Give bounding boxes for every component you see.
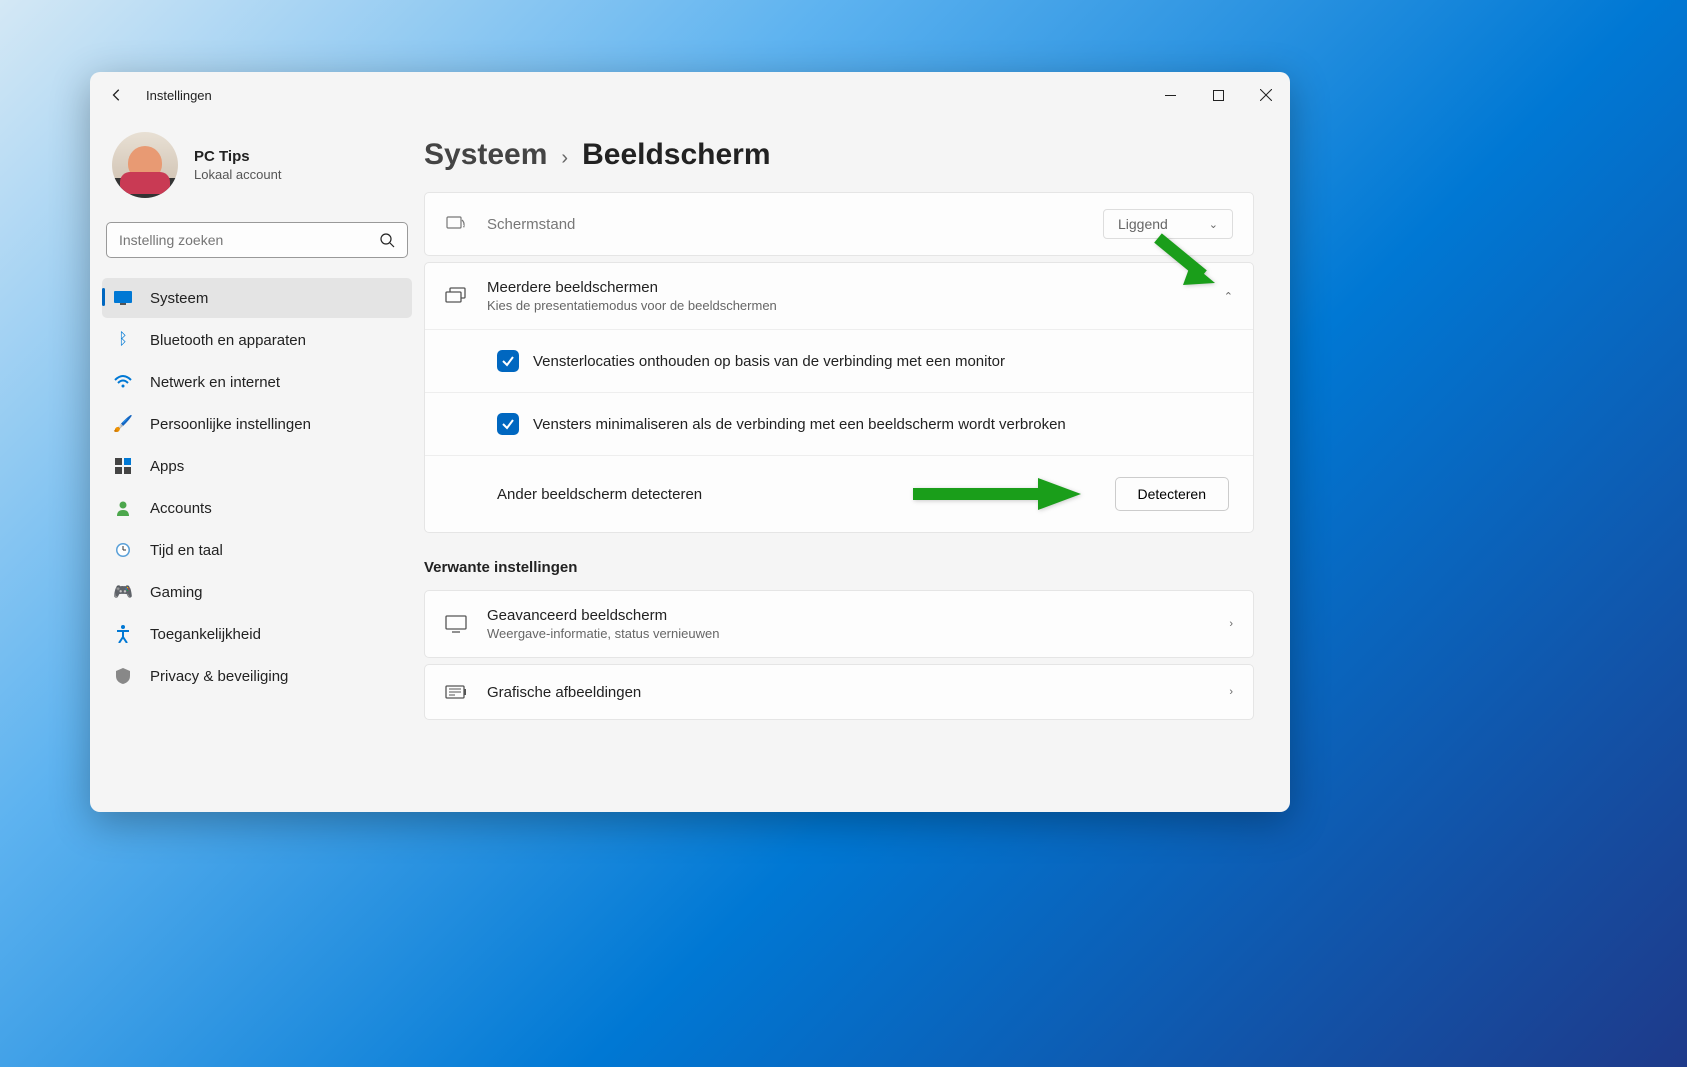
settings-window: Instellingen PC Tips Lokaal account (90, 72, 1290, 812)
sidebar-item-label: Gaming (150, 584, 203, 601)
minimize-windows-row[interactable]: Vensters minimaliseren als de verbinding… (425, 392, 1253, 455)
breadcrumb-current: Beeldscherm (582, 138, 770, 172)
sidebar-item-accounts[interactable]: Accounts (102, 488, 412, 528)
sidebar-item-accessibility[interactable]: Toegankelijkheid (102, 614, 412, 654)
shield-icon (114, 667, 132, 685)
graphics-title: Grafische afbeeldingen (487, 684, 1209, 701)
multi-subtitle: Kies de presentatiemodus voor de beeldsc… (487, 298, 1204, 313)
chevron-right-icon: › (1229, 686, 1233, 698)
checkbox-minimize[interactable] (497, 413, 519, 435)
sidebar-item-apps[interactable]: Apps (102, 446, 412, 486)
brush-icon: 🖌️ (114, 415, 132, 433)
search-icon (379, 232, 395, 248)
profile-block[interactable]: PC Tips Lokaal account (98, 128, 416, 216)
sidebar-item-label: Systeem (150, 290, 208, 307)
annotation-arrow-1 (1153, 233, 1223, 295)
advanced-display-card[interactable]: Geavanceerd beeldscherm Weergave-informa… (424, 590, 1254, 658)
bluetooth-icon: ᛒ (114, 331, 132, 349)
minimize-windows-label: Vensters minimaliseren als de verbinding… (533, 416, 1229, 433)
person-icon (114, 499, 132, 517)
sidebar-item-network[interactable]: Netwerk en internet (102, 362, 412, 402)
apps-icon (114, 457, 132, 475)
sidebar-item-label: Privacy & beveiliging (150, 668, 288, 685)
chevron-down-icon: ⌄ (1209, 218, 1218, 231)
chevron-up-icon: ⌃ (1224, 290, 1233, 303)
breadcrumb-parent[interactable]: Systeem (424, 138, 547, 172)
minimize-icon (1165, 90, 1176, 101)
search-input[interactable] (119, 232, 379, 248)
detect-button[interactable]: Detecteren (1115, 477, 1229, 511)
minimize-button[interactable] (1146, 72, 1194, 118)
checkbox-remember[interactable] (497, 350, 519, 372)
graphics-icon (445, 681, 467, 703)
close-button[interactable] (1242, 72, 1290, 118)
sidebar-item-label: Apps (150, 458, 184, 475)
orientation-icon (445, 213, 467, 235)
sidebar-item-privacy[interactable]: Privacy & beveiliging (102, 656, 412, 696)
sidebar-item-time[interactable]: Tijd en taal (102, 530, 412, 570)
sidebar-item-label: Persoonlijke instellingen (150, 416, 311, 433)
check-icon (501, 354, 515, 368)
sidebar: PC Tips Lokaal account Systeem ᛒ Bluetoo… (90, 118, 424, 812)
sidebar-item-label: Toegankelijkheid (150, 626, 261, 643)
breadcrumb: Systeem › Beeldscherm (424, 138, 1254, 172)
advanced-title: Geavanceerd beeldscherm (487, 607, 1209, 624)
sidebar-item-label: Tijd en taal (150, 542, 223, 559)
advanced-subtitle: Weergave-informatie, status vernieuwen (487, 626, 1209, 641)
orientation-label: Schermstand (487, 216, 1083, 233)
gamepad-icon: 🎮 (114, 583, 132, 601)
search-box[interactable] (106, 222, 408, 258)
chevron-right-icon: › (561, 147, 568, 170)
profile-subtitle: Lokaal account (194, 167, 281, 182)
sidebar-item-gaming[interactable]: 🎮 Gaming (102, 572, 412, 612)
close-icon (1260, 89, 1272, 101)
sidebar-item-bluetooth[interactable]: ᛒ Bluetooth en apparaten (102, 320, 412, 360)
back-button[interactable] (110, 88, 124, 102)
remember-locations-row[interactable]: Vensterlocaties onthouden op basis van d… (425, 329, 1253, 392)
sidebar-item-personalization[interactable]: 🖌️ Persoonlijke instellingen (102, 404, 412, 444)
sidebar-item-label: Bluetooth en apparaten (150, 332, 306, 349)
clock-icon (114, 541, 132, 559)
monitor-outline-icon (445, 613, 467, 635)
graphics-card[interactable]: Grafische afbeeldingen › (424, 664, 1254, 720)
multiple-displays-card: Meerdere beeldschermen Kies de presentat… (424, 262, 1254, 533)
wifi-icon (114, 373, 132, 391)
check-icon (501, 417, 515, 431)
multi-title: Meerdere beeldschermen (487, 279, 1204, 296)
sidebar-item-label: Netwerk en internet (150, 374, 280, 391)
monitor-icon (114, 289, 132, 307)
maximize-icon (1213, 90, 1224, 101)
detect-display-row: Ander beeldscherm detecteren Detecteren (425, 455, 1253, 532)
nav-list: Systeem ᛒ Bluetooth en apparaten Netwerk… (98, 278, 416, 696)
window-controls (1146, 72, 1290, 118)
annotation-arrow-2 (913, 476, 1083, 512)
related-heading: Verwante instellingen (424, 559, 1254, 576)
detect-label: Ander beeldscherm detecteren (497, 486, 702, 503)
back-arrow-icon (110, 87, 124, 103)
content-area: Systeem › Beeldscherm Schermstand Liggen… (424, 118, 1290, 812)
remember-locations-label: Vensterlocaties onthouden op basis van d… (533, 353, 1229, 370)
sidebar-item-label: Accounts (150, 500, 212, 517)
maximize-button[interactable] (1194, 72, 1242, 118)
accessibility-icon (114, 625, 132, 643)
titlebar: Instellingen (90, 72, 1290, 118)
profile-name: PC Tips (194, 148, 281, 165)
chevron-right-icon: › (1229, 618, 1233, 630)
orientation-value: Liggend (1118, 216, 1168, 232)
sidebar-item-system[interactable]: Systeem (102, 278, 412, 318)
avatar (112, 132, 178, 198)
multiple-displays-header[interactable]: Meerdere beeldschermen Kies de presentat… (425, 263, 1253, 329)
window-title: Instellingen (146, 88, 212, 103)
displays-icon (445, 285, 467, 307)
orientation-card: Schermstand Liggend ⌄ (424, 192, 1254, 256)
